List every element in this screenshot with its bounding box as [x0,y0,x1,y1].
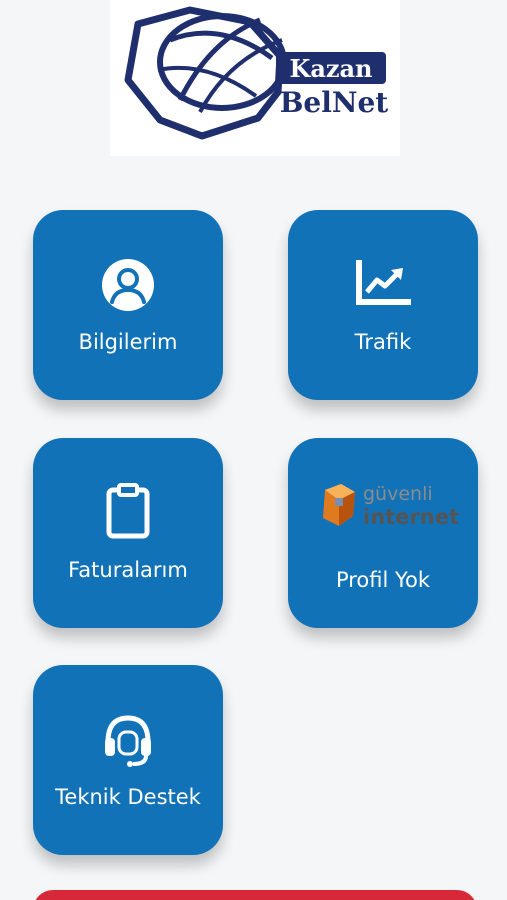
tile-label: Trafik [354,330,412,354]
tile-label: Profil Yok [335,568,431,592]
tile-label: Faturalarım [68,558,188,582]
logo-line2: BelNet [280,86,389,119]
tile-faturalarim[interactable]: Faturalarım [33,438,223,628]
kazan-belnet-logo: Kazan BelNet [110,0,400,156]
home-screen: Kazan BelNet Bilgilerim Trafik Faturalar… [0,0,507,900]
tile-teknik-destek[interactable]: Teknik Destek [33,665,223,855]
tile-trafik[interactable]: Trafik [288,210,478,400]
tile-profil-yok[interactable]: güvenli internet Profil Yok [288,438,478,628]
tile-bilgilerim[interactable]: Bilgilerim [33,210,223,400]
internet-text: internet [363,505,459,529]
logout-button[interactable] [33,890,477,900]
logo-line1: Kazan [289,54,372,83]
tile-label: Teknik Destek [55,785,201,809]
tile-label: Bilgilerim [78,330,178,354]
chart-line-icon [288,260,478,306]
headset-icon [33,710,223,768]
clipboard-icon [33,483,223,539]
guvenli-internet-logo: güvenli internet [288,478,478,538]
globe-logo-icon: Kazan BelNet [124,6,389,140]
guvenli-text: güvenli [363,483,433,505]
user-circle-icon [33,258,223,312]
